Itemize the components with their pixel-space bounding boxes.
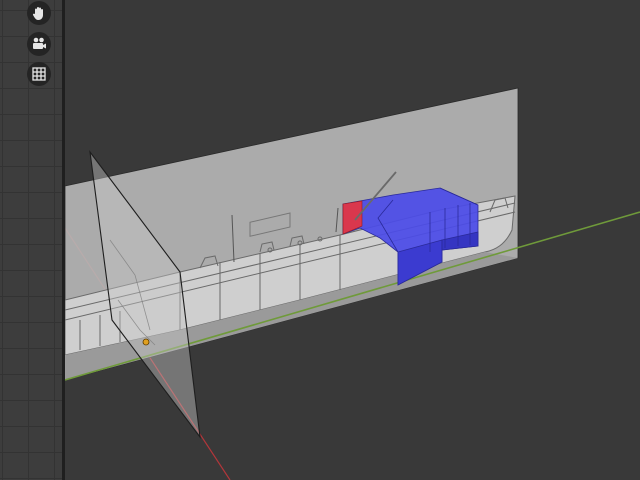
movie-camera-icon bbox=[33, 37, 46, 49]
grid-icon bbox=[32, 67, 46, 81]
3d-viewport[interactable] bbox=[65, 0, 640, 480]
left-tool-panel bbox=[0, 0, 62, 480]
camera-view-button[interactable] bbox=[27, 32, 51, 56]
hand-icon bbox=[32, 7, 43, 20]
viewport-scene[interactable] bbox=[65, 0, 640, 480]
blender-editor-window bbox=[0, 0, 640, 480]
toggle-grid-button[interactable] bbox=[27, 62, 51, 86]
object-origin-point[interactable] bbox=[142, 338, 150, 346]
pan-view-button[interactable] bbox=[27, 1, 51, 25]
